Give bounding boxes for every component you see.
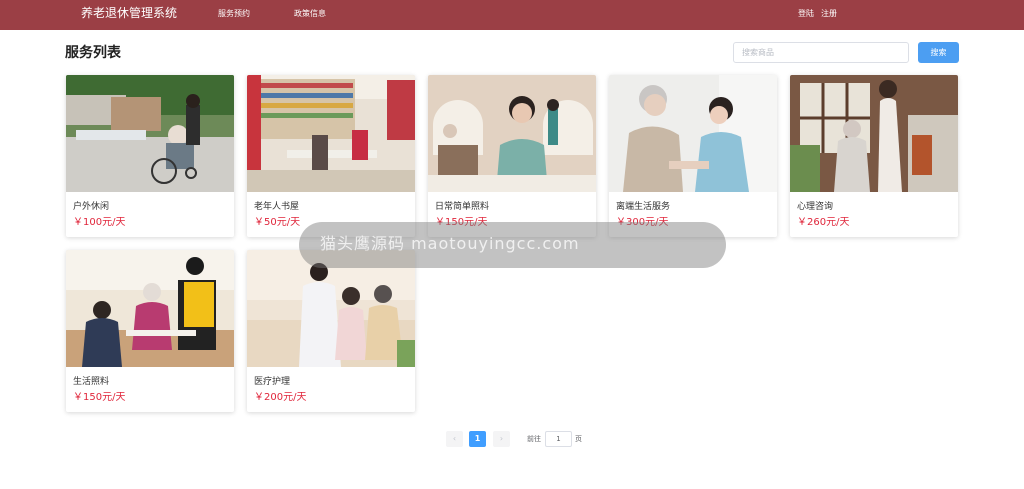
service-card[interactable]: 心理咨询 ￥260元/天 (790, 75, 958, 237)
service-card[interactable]: 医疗护理 ￥200元/天 (247, 250, 415, 412)
pagination-page-1[interactable]: 1 (469, 431, 486, 447)
service-price: ￥100元/天 (73, 217, 126, 228)
search-input[interactable] (733, 42, 909, 63)
watermark-text: 猫头鹰源码 maotouyingcc.com (320, 234, 580, 253)
pagination-goto-input[interactable] (545, 431, 572, 447)
service-price: ￥260元/天 (797, 217, 850, 228)
service-name: 日常简单照料 (435, 202, 490, 212)
search-button[interactable]: 搜索 (918, 42, 959, 63)
pagination-goto-label: 前往 (527, 435, 541, 443)
photo-meal-service (66, 250, 234, 367)
pagination-prev-button[interactable]: ‹ (446, 431, 463, 447)
nav-service-booking[interactable]: 服务预约 (218, 9, 250, 19)
service-price: ￥150元/天 (73, 392, 126, 403)
service-price: ￥200元/天 (254, 392, 307, 403)
login-link[interactable]: 登陆 (798, 9, 814, 19)
photo-counseling (790, 75, 958, 192)
site-brand[interactable]: 养老退休管理系统 (81, 6, 177, 20)
page-title: 服务列表 (65, 45, 121, 61)
register-link[interactable]: 注册 (821, 9, 837, 19)
service-name: 户外休闲 (73, 202, 110, 212)
service-name: 离端生活服务 (616, 202, 671, 212)
nav-policy-info[interactable]: 政策信息 (294, 9, 326, 19)
photo-caregiver (609, 75, 777, 192)
service-name: 老年人书屋 (254, 202, 300, 212)
service-name: 生活照料 (73, 377, 110, 387)
service-card[interactable]: 老年人书屋 ￥50元/天 (247, 75, 415, 237)
photo-library (247, 75, 415, 192)
photo-outdoor-wheelchair (66, 75, 234, 192)
pagination-unit-label: 页 (575, 435, 582, 443)
service-card[interactable]: 生活照料 ￥150元/天 (66, 250, 234, 412)
photo-daily-care (428, 75, 596, 192)
service-name: 医疗护理 (254, 377, 291, 387)
top-navbar: 养老退休管理系统 服务预约 政策信息 登陆 注册 (0, 0, 1024, 30)
pagination-next-button[interactable]: › (493, 431, 510, 447)
service-name: 心理咨询 (797, 202, 834, 212)
service-card[interactable]: 户外休闲 ￥100元/天 (66, 75, 234, 237)
service-price: ￥50元/天 (254, 217, 301, 228)
service-card[interactable]: 日常简单照料 ￥150元/天 (428, 75, 596, 237)
service-card[interactable]: 离端生活服务 ￥300元/天 (609, 75, 777, 237)
